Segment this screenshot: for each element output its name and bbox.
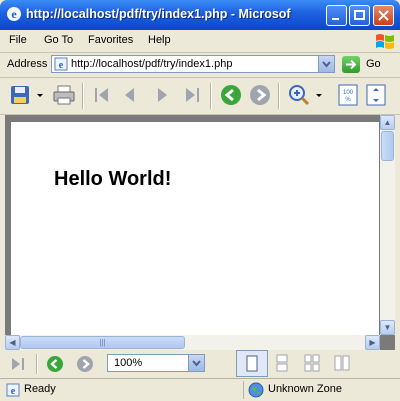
toolbar-separator [278, 83, 280, 109]
save-icon[interactable] [8, 83, 32, 107]
toolbar-separator [36, 354, 38, 374]
address-label: Address [7, 58, 48, 70]
zoom-in-icon[interactable] [287, 83, 311, 107]
arrow-right-icon [346, 59, 357, 70]
menu-favorites[interactable]: Favorites [88, 34, 133, 46]
vertical-scrollbar[interactable]: ▲ ▼ [380, 115, 395, 335]
save-dropdown-icon[interactable] [34, 83, 46, 107]
menu-bar: File Go To Favorites Help [0, 30, 400, 53]
scroll-down-button[interactable]: ▼ [380, 320, 395, 335]
zoom-dropdown-button[interactable] [188, 355, 204, 371]
toolbar-separator [210, 83, 212, 109]
document-text: Hello World! [54, 168, 172, 190]
close-button[interactable] [373, 5, 394, 26]
page-status-icon: e [6, 383, 20, 397]
status-divider [243, 381, 244, 399]
document-area: Hello World! ▲ ▼ ◀ ||| ▶ [5, 115, 395, 350]
address-url: http://localhost/pdf/try/index1.php [71, 58, 233, 70]
horizontal-scrollbar[interactable]: ◀ ||| ▶ [5, 335, 380, 350]
toolbar-separator [82, 83, 84, 109]
forward-view-small-icon[interactable] [76, 355, 94, 373]
horizontal-scroll-thumb[interactable]: ||| [20, 336, 185, 349]
address-input[interactable]: e http://localhost/pdf/try/index1.php [51, 55, 335, 73]
chevron-down-icon [322, 61, 331, 68]
scroll-right-button[interactable]: ▶ [365, 335, 380, 350]
close-icon [378, 10, 389, 21]
zoom-select[interactable]: 100% [107, 354, 205, 372]
menu-goto[interactable]: Go To [44, 34, 73, 46]
status-text: Ready [24, 383, 56, 395]
address-dropdown-button[interactable] [318, 56, 334, 72]
last-page-small-icon[interactable] [8, 354, 28, 374]
back-view-icon[interactable] [219, 83, 243, 107]
facing-pages-grid-icon[interactable] [302, 352, 322, 374]
zone-text: Unknown Zone [268, 383, 342, 395]
fit-page-icon[interactable] [364, 83, 388, 107]
title-bar[interactable]: e http://localhost/pdf/try/index1.php - … [0, 0, 400, 30]
maximize-button[interactable] [349, 5, 370, 26]
print-icon[interactable] [52, 83, 76, 107]
windows-logo-icon [376, 34, 394, 49]
scroll-up-button[interactable]: ▲ [380, 115, 395, 130]
continuous-page-icon[interactable] [272, 352, 292, 374]
back-view-small-icon[interactable] [46, 355, 64, 373]
svg-text:e: e [11, 7, 17, 21]
page-icon: e [54, 57, 68, 71]
first-page-icon[interactable] [90, 83, 114, 107]
actual-size-icon[interactable]: 100 % [336, 83, 360, 107]
last-page-icon[interactable] [180, 83, 204, 107]
forward-view-icon[interactable] [248, 83, 272, 107]
pdf-toolbar: 100 % [0, 78, 400, 115]
window-title: http://localhost/pdf/try/index1.php - Mi… [26, 7, 291, 21]
single-page-icon [246, 355, 258, 372]
scroll-left-button[interactable]: ◀ [5, 335, 20, 350]
address-bar: Address e http://localhost/pdf/try/index… [0, 53, 400, 78]
maximize-icon [354, 10, 365, 20]
svg-text:e: e [11, 386, 16, 397]
menu-help[interactable]: Help [148, 34, 171, 46]
svg-text:e: e [59, 60, 64, 71]
status-bar: e Ready Unknown Zone [0, 378, 400, 401]
zoom-dropdown-icon[interactable] [313, 83, 325, 107]
svg-text:%: % [345, 97, 351, 103]
minimize-icon [332, 18, 339, 20]
minimize-button[interactable] [326, 5, 347, 26]
menu-file[interactable]: File [9, 34, 27, 46]
single-page-view-button[interactable] [236, 350, 268, 377]
zoom-value: 100% [114, 357, 143, 369]
globe-icon [248, 382, 264, 398]
go-button[interactable] [342, 56, 360, 73]
go-label[interactable]: Go [366, 58, 381, 70]
ie-icon: e [7, 7, 21, 21]
svg-text:100: 100 [343, 90, 354, 96]
previous-page-icon[interactable] [118, 83, 142, 107]
browser-window: e http://localhost/pdf/try/index1.php - … [0, 0, 400, 401]
facing-pages-icon[interactable] [332, 352, 352, 374]
vertical-scroll-thumb[interactable] [381, 131, 394, 161]
document-page: Hello World! [11, 122, 379, 336]
chevron-down-icon [192, 360, 201, 367]
next-page-icon[interactable] [150, 83, 174, 107]
